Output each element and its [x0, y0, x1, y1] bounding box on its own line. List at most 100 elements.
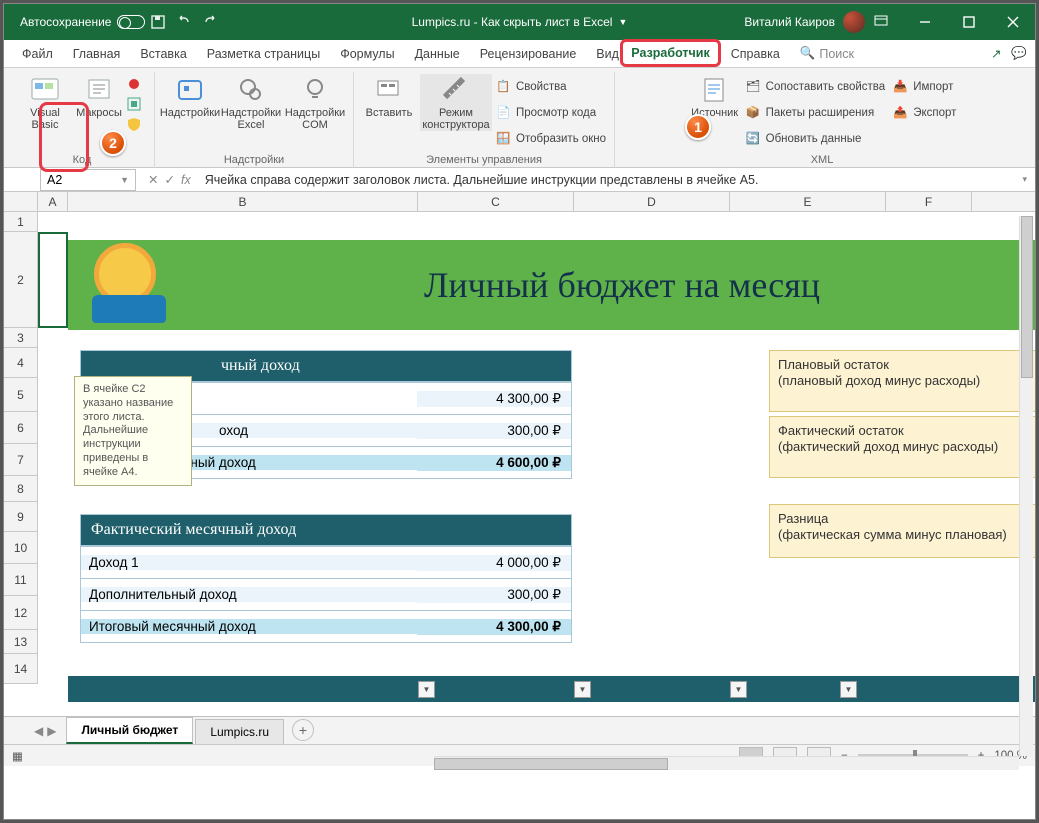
tab-help[interactable]: Справка: [721, 40, 790, 68]
filter-dropdown[interactable]: ▼: [730, 681, 747, 698]
macro-security-icon[interactable]: [126, 116, 142, 132]
col-b[interactable]: B: [68, 192, 418, 211]
col-e[interactable]: E: [730, 192, 886, 211]
maximize-button[interactable]: [947, 4, 991, 40]
cancel-formula-icon[interactable]: ✕: [148, 172, 158, 187]
design-mode-button[interactable]: Режим конструктора: [420, 74, 492, 131]
tab-formulas[interactable]: Формулы: [330, 40, 404, 68]
document-title: Lumpics.ru - Как скрыть лист в Excel ▼: [412, 15, 628, 29]
row-14[interactable]: 14: [4, 654, 38, 684]
table-row[interactable]: Дополнительный доход300,00 ₽: [81, 578, 571, 610]
note-diff: Разница(фактическая сумма минус плановая…: [769, 504, 1035, 558]
callout-badge-2: 2: [100, 130, 126, 156]
refresh-data-button[interactable]: 🔄Обновить данные: [746, 128, 886, 150]
row-1[interactable]: 1: [4, 212, 38, 232]
horizontal-scrollbar[interactable]: [434, 756, 1019, 770]
enter-formula-icon[interactable]: ✓: [164, 172, 174, 187]
map-props-button[interactable]: 🗂Сопоставить свойства: [746, 76, 886, 98]
row-2[interactable]: 2: [4, 232, 38, 328]
export-button[interactable]: 📤Экспорт: [893, 102, 956, 124]
formula-input[interactable]: Ячейка справа содержит заголовок листа. …: [197, 173, 1015, 187]
chevron-down-icon[interactable]: ▼: [120, 175, 129, 185]
row-12[interactable]: 12: [4, 596, 38, 630]
close-button[interactable]: [991, 4, 1035, 40]
col-d[interactable]: D: [574, 192, 730, 211]
redo-icon[interactable]: [197, 9, 223, 35]
expand-formula-icon[interactable]: ▾: [1014, 174, 1035, 185]
sheet-tab[interactable]: Lumpics.ru: [195, 719, 284, 744]
next-sheet-icon[interactable]: ▶: [47, 724, 56, 738]
visual-basic-button[interactable]: Visual Basic: [18, 74, 72, 131]
titlebar: Автосохранение Lumpics.ru - Как скрыть л…: [4, 4, 1035, 40]
row-5[interactable]: 5: [4, 378, 38, 412]
table-total-row[interactable]: Итоговый месячный доход4 300,00 ₽: [81, 610, 571, 642]
row-9[interactable]: 9: [4, 502, 38, 532]
expansion-packs-button[interactable]: 📦Пакеты расширения: [746, 102, 886, 124]
tab-home[interactable]: Главная: [63, 40, 131, 68]
addins-com-button[interactable]: Надстройки COM: [285, 74, 345, 131]
record-macro-icon[interactable]: ▦: [12, 749, 23, 763]
tab-layout[interactable]: Разметка страницы: [197, 40, 330, 68]
scroll-thumb[interactable]: [1021, 216, 1033, 378]
prev-sheet-icon[interactable]: ◀: [34, 724, 43, 738]
comments-icon[interactable]: 💬: [1011, 46, 1027, 61]
import-button[interactable]: 📥Импорт: [893, 76, 956, 98]
vertical-scrollbar[interactable]: [1019, 216, 1033, 756]
vb-icon: [29, 74, 61, 106]
column-headers[interactable]: A B C D E F: [38, 192, 1035, 212]
xml-source-button[interactable]: Источник: [688, 74, 742, 120]
tab-insert[interactable]: Вставка: [130, 40, 196, 68]
row-4[interactable]: 4: [4, 348, 38, 378]
autosave-toggle[interactable]: Автосохранение: [20, 15, 145, 29]
packs-icon: 📦: [746, 105, 762, 121]
table-row[interactable]: Доход 14 000,00 ₽: [81, 546, 571, 578]
macros-button[interactable]: Макросы: [76, 74, 122, 120]
select-all-corner[interactable]: [4, 192, 38, 212]
group-xml: Источник 🗂Сопоставить свойства 📦Пакеты р…: [615, 72, 1029, 168]
window-icon: 🪟: [496, 131, 512, 147]
scroll-thumb[interactable]: [434, 758, 668, 770]
filter-dropdown[interactable]: ▼: [840, 681, 857, 698]
col-f[interactable]: F: [886, 192, 972, 211]
share-icon[interactable]: ↗: [991, 46, 1001, 61]
tab-data[interactable]: Данные: [405, 40, 470, 68]
tab-view[interactable]: Вид: [586, 40, 620, 68]
col-c[interactable]: C: [418, 192, 574, 211]
sheet-tab-active[interactable]: Личный бюджет: [66, 717, 193, 744]
filter-dropdown[interactable]: ▼: [574, 681, 591, 698]
row-7[interactable]: 7: [4, 444, 38, 476]
active-cell[interactable]: [38, 232, 68, 328]
row-11[interactable]: 11: [4, 564, 38, 596]
row-13[interactable]: 13: [4, 630, 38, 654]
record-macro-icon[interactable]: [126, 76, 142, 92]
col-a[interactable]: A: [38, 192, 68, 211]
insert-control-button[interactable]: Вставить: [362, 74, 416, 120]
addins-button[interactable]: Надстройки: [163, 74, 217, 120]
show-window-button[interactable]: 🪟Отобразить окно: [496, 128, 606, 150]
filter-dropdown[interactable]: ▼: [418, 681, 435, 698]
row-3[interactable]: 3: [4, 328, 38, 348]
ribbon-options-icon[interactable]: [859, 4, 903, 40]
user-account[interactable]: Виталий Каиров: [744, 11, 865, 33]
fx-icon[interactable]: fx: [181, 173, 191, 187]
addins-excel-button[interactable]: Надстройки Excel: [221, 74, 281, 131]
switch-icon[interactable]: [117, 15, 145, 29]
relative-ref-icon[interactable]: [126, 96, 142, 112]
name-box[interactable]: A2▼: [40, 169, 136, 191]
tab-developer[interactable]: Разработчик: [620, 39, 720, 67]
row-headers[interactable]: 1 2 3 4 5 6 7 8 9 10 11 12 13 14: [4, 212, 38, 684]
tab-review[interactable]: Рецензирование: [470, 40, 587, 68]
minimize-button[interactable]: [903, 4, 947, 40]
search-button[interactable]: 🔍Поиск: [790, 40, 864, 68]
callout-badge-1: 1: [685, 114, 711, 140]
properties-button[interactable]: 📋Свойства: [496, 76, 606, 98]
undo-icon[interactable]: [171, 9, 197, 35]
tab-file[interactable]: Файл: [12, 40, 63, 68]
row-8[interactable]: 8: [4, 476, 38, 502]
row-10[interactable]: 10: [4, 532, 38, 564]
save-icon[interactable]: [145, 9, 171, 35]
row-6[interactable]: 6: [4, 412, 38, 444]
add-sheet-button[interactable]: +: [292, 719, 314, 741]
view-code-button[interactable]: 📄Просмотр кода: [496, 102, 606, 124]
chevron-down-icon[interactable]: ▼: [618, 17, 627, 27]
